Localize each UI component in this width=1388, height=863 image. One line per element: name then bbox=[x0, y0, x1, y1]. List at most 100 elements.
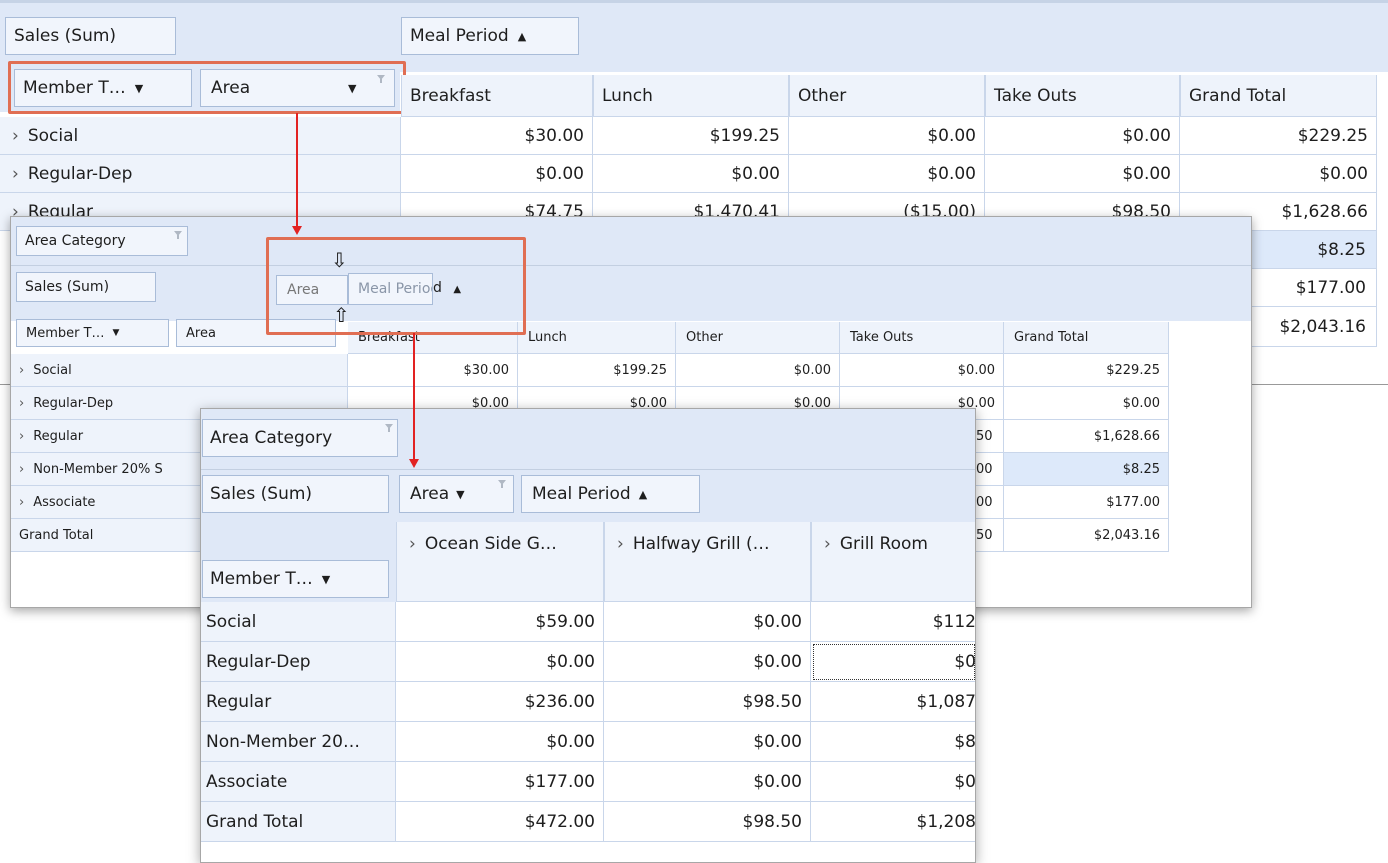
expand-chevron-icon[interactable]: › bbox=[824, 534, 831, 554]
filter-funnel-icon bbox=[498, 480, 506, 488]
expand-chevron-icon[interactable]: › bbox=[617, 534, 624, 554]
expand-chevron-icon[interactable]: › bbox=[19, 495, 24, 510]
value-cell: $472.00 bbox=[396, 802, 604, 842]
value-cell: $0.00 bbox=[401, 155, 593, 193]
value-cell: $0 bbox=[811, 642, 975, 682]
header-area bbox=[11, 265, 1251, 321]
value-cell: $1,628.66 bbox=[1004, 420, 1169, 453]
sort-ascending-icon: ▲ bbox=[638, 487, 648, 501]
pivot-grid-step3: Area Category Sales (Sum) Area ▼ Meal Pe… bbox=[200, 408, 976, 863]
value-cell: $0.00 bbox=[396, 642, 604, 682]
column-header: Take Outs bbox=[840, 322, 1004, 354]
value-cell: $2,043.16 bbox=[1004, 519, 1169, 552]
column-field-label: Area bbox=[410, 484, 450, 504]
filter-area bbox=[11, 217, 1251, 265]
row-header: Associate bbox=[201, 762, 396, 802]
filter-field-area-category[interactable]: Area Category bbox=[202, 419, 398, 457]
data-field-sales-sum[interactable]: Sales (Sum) bbox=[202, 475, 389, 513]
data-field-sales-sum[interactable]: Sales (Sum) bbox=[5, 17, 176, 55]
sort-ascending-icon: ▲ bbox=[517, 29, 527, 43]
step-arrow-head bbox=[409, 459, 419, 468]
column-header: Lunch bbox=[518, 322, 676, 354]
step-arrow-line bbox=[296, 113, 298, 228]
value-cell: $0.00 bbox=[676, 354, 840, 387]
value-cell: $0.00 bbox=[593, 155, 789, 193]
data-field-label: Sales (Sum) bbox=[25, 279, 110, 295]
value-cell: $0 bbox=[811, 762, 975, 802]
value-cell: $98.50 bbox=[604, 802, 811, 842]
value-cell: $1,087 bbox=[811, 682, 975, 722]
expand-chevron-icon[interactable]: › bbox=[19, 462, 24, 477]
column-field-area[interactable]: Area ▼ bbox=[399, 475, 514, 513]
column-header: Breakfast bbox=[401, 75, 593, 117]
dropdown-arrow-icon: ▼ bbox=[456, 487, 465, 501]
value-cell: $236.00 bbox=[396, 682, 604, 722]
value-cell: $1,208 bbox=[811, 802, 975, 842]
column-header: Grand Total bbox=[1180, 75, 1377, 117]
data-field-label: Sales (Sum) bbox=[210, 484, 313, 504]
row-header: Grand Total bbox=[201, 802, 396, 842]
value-cell: $0.00 bbox=[985, 117, 1180, 155]
value-cell: $0.00 bbox=[840, 354, 1004, 387]
data-field-label: Sales (Sum) bbox=[14, 26, 117, 46]
column-header: Lunch bbox=[593, 75, 789, 117]
row-header: › Social bbox=[11, 354, 348, 387]
filter-field-label: Area Category bbox=[210, 428, 333, 448]
highlight-box bbox=[8, 61, 406, 114]
column-field-label: Meal Period bbox=[410, 26, 509, 46]
value-cell: $112 bbox=[811, 602, 975, 642]
value-cell: $30.00 bbox=[401, 117, 593, 155]
filter-funnel-icon bbox=[174, 231, 182, 239]
filter-funnel-icon bbox=[385, 424, 393, 432]
value-cell: $98.50 bbox=[604, 682, 811, 722]
row-field-member-type[interactable]: Member T… ▼ bbox=[202, 560, 389, 598]
column-header: Other bbox=[789, 75, 985, 117]
dropdown-arrow-icon: ▼ bbox=[112, 328, 120, 338]
column-header: › Halfway Grill (… bbox=[604, 522, 811, 602]
value-cell: $0.00 bbox=[604, 762, 811, 802]
column-field-meal-period[interactable]: Meal Period ▲ bbox=[521, 475, 700, 513]
expand-chevron-icon[interactable]: › bbox=[12, 126, 19, 146]
value-cell: $199.25 bbox=[593, 117, 789, 155]
column-header: › Grill Room bbox=[811, 522, 975, 602]
dropdown-arrow-icon: ▼ bbox=[321, 572, 331, 586]
value-cell: $0.00 bbox=[789, 155, 985, 193]
expand-chevron-icon[interactable]: › bbox=[19, 363, 24, 378]
value-cell: $229.25 bbox=[1180, 117, 1377, 155]
value-cell: $0.00 bbox=[396, 722, 604, 762]
value-cell: $59.00 bbox=[396, 602, 604, 642]
value-cell: $177.00 bbox=[1004, 486, 1169, 519]
column-header: Other bbox=[676, 322, 840, 354]
value-cell: $177.00 bbox=[396, 762, 604, 802]
value-cell: $0.00 bbox=[604, 642, 811, 682]
column-field-meal-period[interactable]: Meal Period ▲ bbox=[401, 17, 579, 55]
value-cell: $8 bbox=[811, 722, 975, 762]
value-cell: $199.25 bbox=[518, 354, 676, 387]
value-cell: $229.25 bbox=[1004, 354, 1169, 387]
row-header: Social bbox=[201, 602, 396, 642]
filter-field-area-category[interactable]: Area Category bbox=[16, 226, 188, 256]
row-header: › Social bbox=[0, 117, 401, 155]
row-header: Regular-Dep bbox=[201, 642, 396, 682]
column-header: Grand Total bbox=[1004, 322, 1169, 354]
value-cell: $0.00 bbox=[604, 602, 811, 642]
highlight-box bbox=[266, 237, 526, 335]
expand-chevron-icon[interactable]: › bbox=[19, 429, 24, 444]
value-cell: $0.00 bbox=[985, 155, 1180, 193]
expand-chevron-icon[interactable]: › bbox=[409, 534, 416, 554]
row-field-label: Member T… bbox=[26, 325, 105, 341]
step-arrow-line bbox=[413, 333, 415, 461]
filter-field-label: Area Category bbox=[25, 233, 126, 249]
row-field-member-type[interactable]: Member T… ▼ bbox=[16, 319, 169, 347]
value-cell: $0.00 bbox=[1004, 387, 1169, 420]
row-field-label: Member T… bbox=[210, 569, 313, 589]
expand-chevron-icon[interactable]: › bbox=[12, 164, 19, 184]
row-header: Non-Member 20… bbox=[201, 722, 396, 762]
column-header: Take Outs bbox=[985, 75, 1180, 117]
value-cell: $30.00 bbox=[348, 354, 518, 387]
row-header: Regular bbox=[201, 682, 396, 722]
data-field-sales-sum[interactable]: Sales (Sum) bbox=[16, 272, 156, 302]
expand-chevron-icon[interactable]: › bbox=[19, 396, 24, 411]
row-field-label: Area bbox=[186, 325, 216, 341]
value-cell: $0.00 bbox=[1180, 155, 1377, 193]
